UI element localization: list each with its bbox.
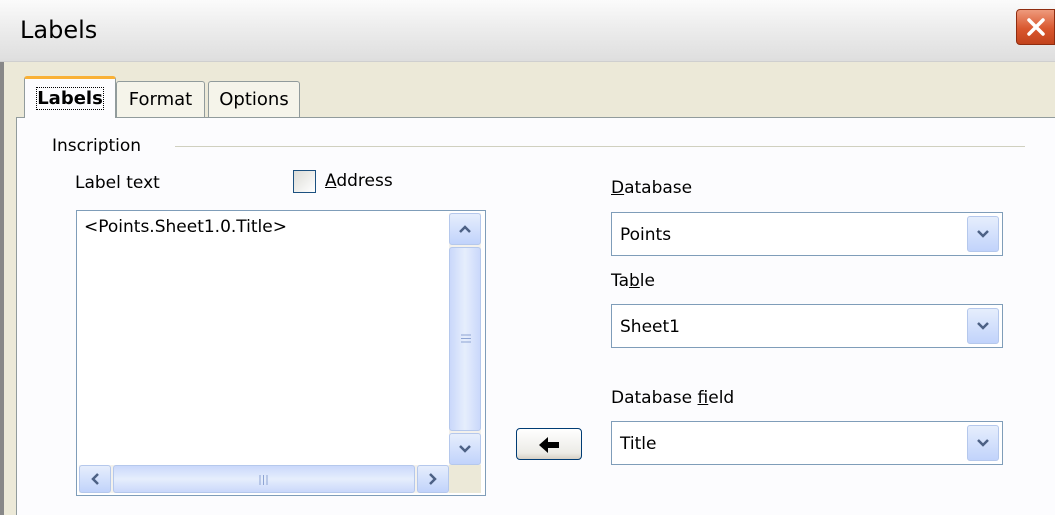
address-label[interactable]: Address [325,171,393,191]
window-title: Labels [20,16,98,44]
address-checkbox[interactable] [293,170,316,193]
arrow-left-icon [539,437,559,453]
database-label: Database [611,178,693,198]
label-text-value[interactable]: <Points.Sheet1.0.Title> [84,217,287,237]
scroll-down-button[interactable] [449,433,481,465]
label-text-label: Label text [75,173,160,193]
scroll-left-button[interactable] [79,465,111,493]
group-divider [175,146,1025,147]
tab-format-label: Format [128,89,193,110]
database-field-label: Database field [611,388,735,408]
chevron-down-icon [977,230,989,238]
database-label-accesskey: D [611,178,625,198]
address-label-accesskey: A [325,171,337,191]
table-combobox[interactable]: Sheet1 [611,304,1003,348]
grip-icon [259,475,268,485]
grip-icon [461,334,471,343]
close-button[interactable] [1016,9,1055,45]
chevron-down-icon [459,445,471,453]
table-dropdown-button[interactable] [967,308,999,344]
database-combobox[interactable]: Points [611,212,1003,256]
label-text-area[interactable] [76,210,486,496]
chevron-left-icon [91,473,99,485]
chevron-up-icon [459,225,471,233]
vertical-scroll-thumb[interactable] [449,247,481,431]
inscription-group-label: Inscription [52,136,142,156]
database-field-label-accesskey: f [697,388,709,408]
database-field-value: Title [620,434,657,454]
scrollbar-corner [449,465,481,493]
table-value: Sheet1 [620,317,680,337]
close-icon [1027,18,1045,36]
chevron-down-icon [977,322,989,330]
table-label: Table [611,271,655,291]
chevron-right-icon [429,473,437,485]
tab-labels[interactable]: Labels [24,76,116,118]
tab-format[interactable]: Format [116,81,205,117]
scroll-right-button[interactable] [417,465,449,493]
table-label-accesskey: b [629,271,640,291]
horizontal-scroll-thumb[interactable] [113,465,415,493]
database-dropdown-button[interactable] [967,216,999,252]
tab-labels-label: Labels [36,87,104,110]
title-bar: Labels [0,0,1055,62]
database-field-combobox[interactable]: Title [611,421,1003,465]
chevron-down-icon [977,439,989,447]
window-border [0,62,4,515]
scroll-up-button[interactable] [449,213,481,245]
database-field-dropdown-button[interactable] [967,425,999,461]
insert-field-button[interactable] [516,428,582,460]
database-value: Points [620,225,672,245]
tab-options[interactable]: Options [208,81,300,117]
tab-options-label: Options [219,89,289,110]
